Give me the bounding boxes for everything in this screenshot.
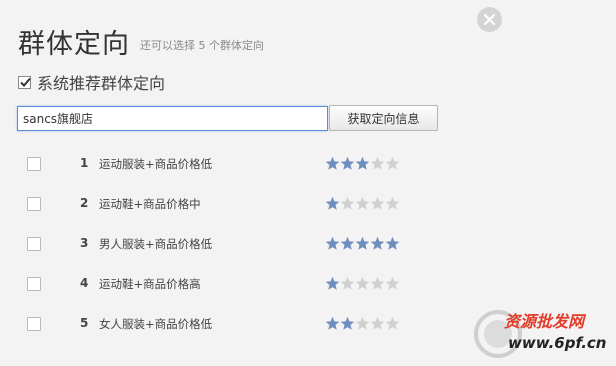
row-number: 5: [80, 316, 89, 330]
star-filled-icon: [325, 156, 340, 170]
star-filled-icon: [385, 236, 400, 250]
star-filled-icon: [325, 196, 340, 210]
star-empty-icon: [385, 276, 400, 290]
close-button[interactable]: [477, 7, 502, 32]
row-number: 2: [80, 196, 89, 210]
targeting-row[interactable]: 2 运动鞋+商品价格中: [0, 193, 616, 217]
star-empty-icon: [385, 156, 400, 170]
star-empty-icon: [385, 316, 400, 330]
star-empty-icon: [370, 196, 385, 210]
row-checkbox[interactable]: [27, 277, 41, 291]
fetch-targeting-button[interactable]: 获取定向信息: [329, 105, 438, 131]
star-empty-icon: [370, 276, 385, 290]
star-filled-icon: [325, 236, 340, 250]
star-empty-icon: [355, 276, 370, 290]
star-filled-icon: [355, 236, 370, 250]
star-empty-icon: [370, 156, 385, 170]
star-empty-icon: [340, 196, 355, 210]
row-number: 3: [80, 236, 89, 250]
star-filled-icon: [355, 156, 370, 170]
star-filled-icon: [325, 276, 340, 290]
star-empty-icon: [370, 316, 385, 330]
targeting-row[interactable]: 1 运动服装+商品价格低: [0, 153, 616, 177]
row-label: 女人服装+商品价格低: [99, 317, 213, 331]
targeting-row[interactable]: 3 男人服装+商品价格低: [0, 233, 616, 257]
remaining-selection-hint: 还可以选择 5 个群体定向: [140, 39, 264, 52]
star-empty-icon: [355, 316, 370, 330]
row-checkbox[interactable]: [27, 237, 41, 251]
row-checkbox[interactable]: [27, 197, 41, 211]
rating-stars: [325, 276, 400, 291]
star-filled-icon: [340, 316, 355, 330]
checkmark-icon: [20, 77, 31, 87]
group-targeting-dialog: 群体定向 还可以选择 5 个群体定向 系统推荐群体定向 获取定向信息 1 运动服装…: [0, 0, 616, 366]
rating-stars: [325, 316, 400, 331]
row-number: 4: [80, 276, 89, 290]
dialog-title: 群体定向: [18, 29, 130, 60]
row-number: 1: [80, 156, 89, 170]
rating-stars: [325, 196, 400, 211]
row-label: 运动服装+商品价格低: [99, 157, 213, 171]
targeting-row[interactable]: 5 女人服装+商品价格低: [0, 313, 616, 337]
row-label: 运动鞋+商品价格中: [99, 197, 201, 211]
star-filled-icon: [325, 316, 340, 330]
close-icon: [484, 14, 495, 25]
star-filled-icon: [370, 236, 385, 250]
star-empty-icon: [385, 196, 400, 210]
rating-stars: [325, 236, 400, 251]
row-checkbox[interactable]: [27, 157, 41, 171]
star-filled-icon: [340, 236, 355, 250]
recommend-option[interactable]: 系统推荐群体定向: [18, 72, 166, 93]
targeting-row[interactable]: 4 运动鞋+商品价格高: [0, 273, 616, 297]
store-search-input[interactable]: [17, 106, 328, 131]
row-label: 运动鞋+商品价格高: [99, 277, 201, 291]
row-label: 男人服装+商品价格低: [99, 237, 213, 251]
rating-stars: [325, 156, 400, 171]
star-filled-icon: [340, 156, 355, 170]
recommend-label: 系统推荐群体定向: [37, 74, 166, 93]
recommend-checkbox[interactable]: [18, 75, 31, 89]
star-empty-icon: [355, 196, 370, 210]
row-checkbox[interactable]: [27, 317, 41, 331]
star-empty-icon: [340, 276, 355, 290]
